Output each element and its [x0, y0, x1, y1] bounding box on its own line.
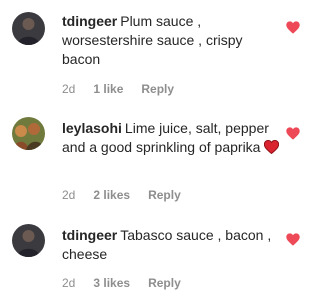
comment-text: tdingeer Plum sauce , worsestershire sauc…	[62, 12, 282, 69]
comment-time: 2d	[62, 188, 76, 202]
comment-meta: 2d 1 like Reply	[62, 82, 192, 96]
reply-button[interactable]: Reply	[148, 276, 181, 290]
comment-username[interactable]: leylasohi	[62, 120, 122, 136]
comment-username[interactable]: tdingeer	[62, 227, 117, 243]
comment-meta: 2d 3 likes Reply	[62, 276, 199, 290]
reply-button[interactable]: Reply	[141, 82, 174, 96]
reply-button[interactable]: Reply	[148, 188, 181, 202]
comment-text: tdingeer Tabasco sauce , bacon , cheese	[62, 226, 282, 264]
red-heart-emoji	[264, 139, 280, 155]
heart-filled-icon[interactable]	[286, 233, 300, 246]
avatar[interactable]	[12, 117, 45, 150]
avatar-image	[12, 117, 45, 150]
avatar[interactable]	[12, 12, 45, 45]
comment-likes[interactable]: 3 likes	[93, 276, 130, 290]
avatar-image	[12, 224, 45, 257]
avatar[interactable]	[12, 224, 45, 257]
comment-meta: 2d 2 likes Reply	[62, 188, 199, 202]
comment-time: 2d	[62, 276, 76, 290]
heart-filled-icon[interactable]	[286, 127, 300, 140]
heart-filled-icon[interactable]	[286, 21, 300, 34]
comment-text: leylasohi Lime juice, salt, pepper and a …	[62, 119, 282, 157]
comment-likes[interactable]: 1 like	[93, 82, 123, 96]
comment-time: 2d	[62, 82, 76, 96]
comment-likes[interactable]: 2 likes	[93, 188, 130, 202]
comment-username[interactable]: tdingeer	[62, 13, 117, 29]
avatar-image	[12, 12, 45, 45]
